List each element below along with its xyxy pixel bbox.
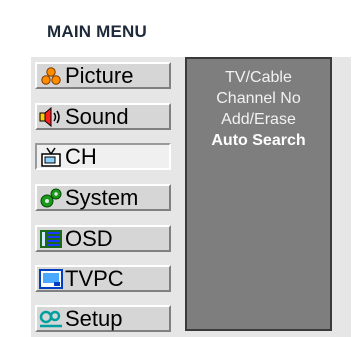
menu-item-label: OSD [65,225,113,251]
key-icon [39,308,63,330]
menu-item-label: System [65,184,139,210]
submenu-item-add-erase[interactable]: Add/Erase [187,109,330,130]
submenu-panel: TV/Cable Channel No Add/Erase Auto Searc… [185,57,332,331]
submenu-item-tv-cable[interactable]: TV/Cable [187,67,330,88]
submenu-item-channel-no[interactable]: Channel No [187,88,330,109]
menu-item-label: TVPC [65,265,124,291]
menu-item-label: Setup [65,305,123,331]
menu-title: MAIN MENU [47,22,148,41]
menu-item-label: Sound [65,103,129,129]
speaker-icon [39,106,63,128]
monitor-icon [39,268,63,290]
menu-item-system[interactable]: System [35,184,171,211]
people-icon [39,65,63,87]
menu-item-ch[interactable]: CH [35,143,171,170]
gears-icon [39,187,63,209]
osd-main-menu: MAIN MENU Picture Sound CH System OSD TV… [0,0,355,337]
menu-item-label: Picture [65,62,134,88]
submenu-item-auto-search[interactable]: Auto Search [187,130,330,151]
submenu-list: TV/Cable Channel No Add/Erase Auto Searc… [187,67,330,151]
menu-item-sound[interactable]: Sound [35,103,171,130]
menu-item-osd[interactable]: OSD [35,225,171,252]
menu-item-setup[interactable]: Setup [35,305,171,332]
list-icon [39,228,63,250]
menu-item-label: CH [65,143,97,169]
tv-antenna-icon [39,146,63,168]
menu-item-tvpc[interactable]: TVPC [35,265,171,292]
menu-item-picture[interactable]: Picture [35,62,171,89]
